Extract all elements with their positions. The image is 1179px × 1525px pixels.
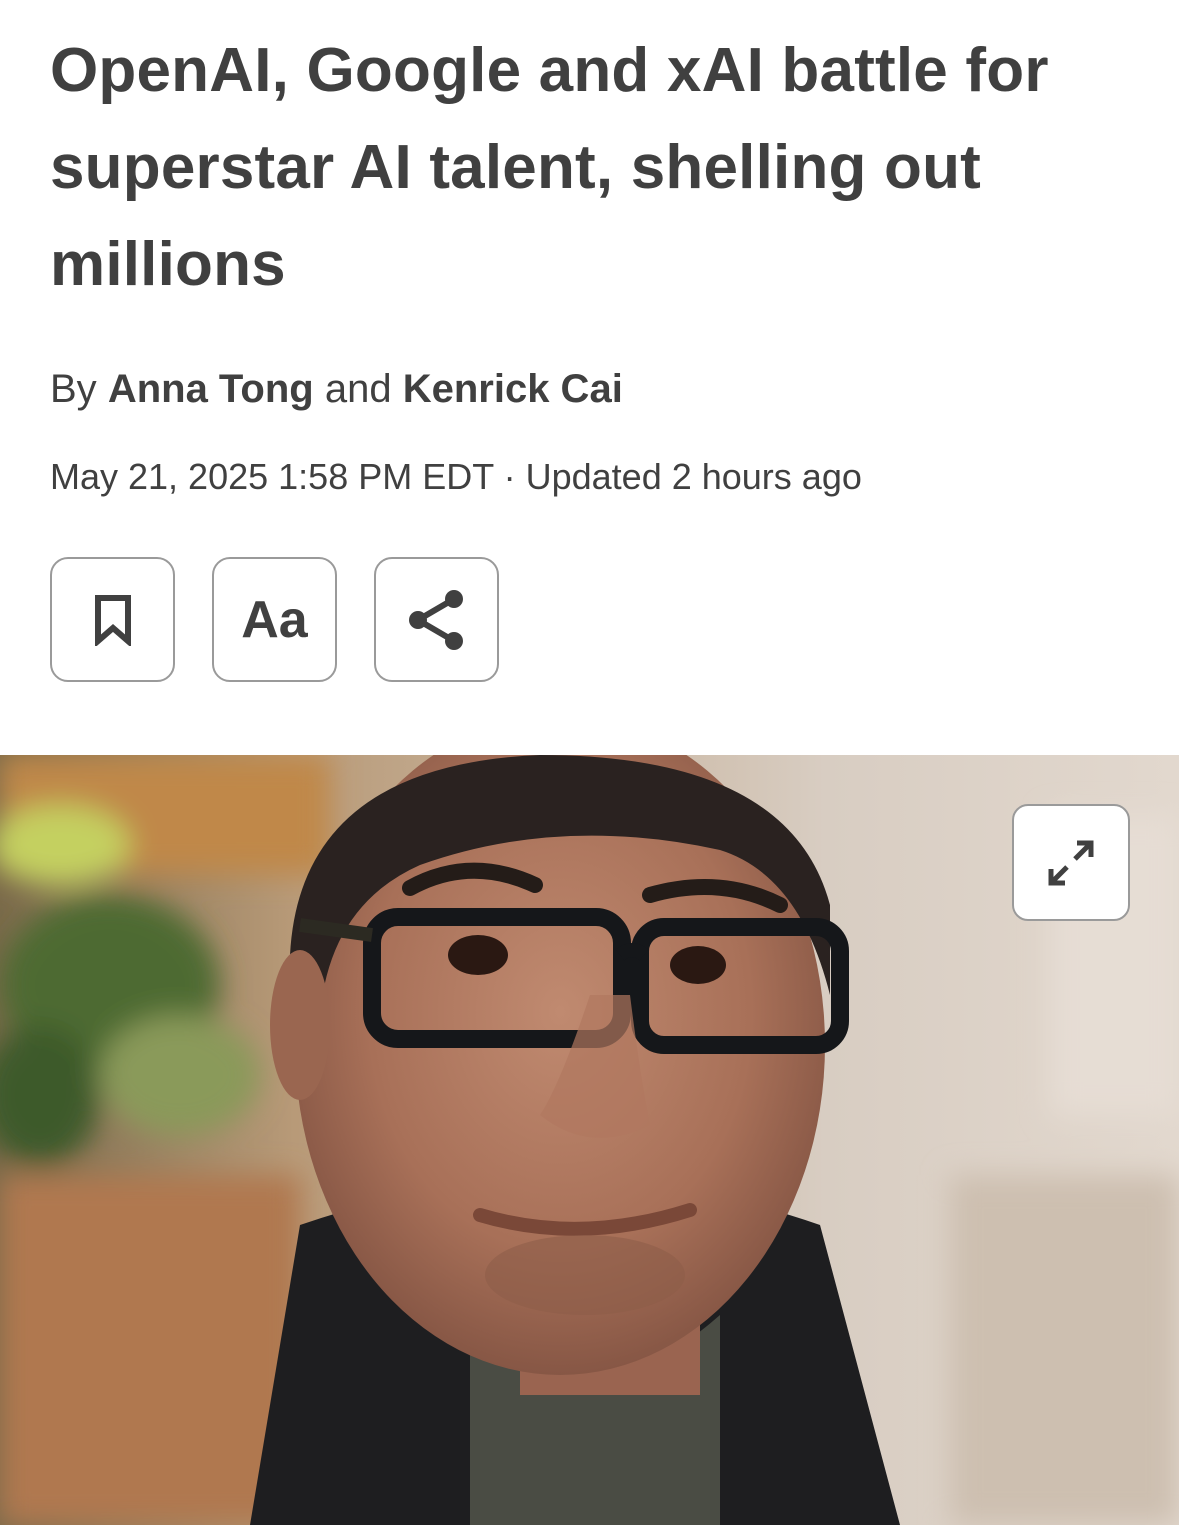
headline-line: OpenAI, Google and xAI battle for: [50, 36, 1049, 105]
published-timestamp: May 21, 2025 1:58 PM EDT: [50, 456, 494, 497]
headline-line: millions: [50, 230, 286, 299]
expand-icon: [1048, 840, 1094, 885]
share-button[interactable]: [374, 557, 499, 682]
byline-prefix: By: [50, 367, 97, 411]
article-page: OpenAI, Google and xAI battle for supers…: [0, 0, 1179, 1525]
dateline-separator: ·: [503, 456, 516, 497]
text-size-button[interactable]: Aa: [212, 557, 337, 682]
author-link-kenrick-cai[interactable]: Kenrick Cai: [403, 367, 623, 411]
updated-timestamp: Updated 2 hours ago: [525, 456, 862, 497]
dateline: May 21, 2025 1:58 PM EDT · Updated 2 hou…: [50, 452, 862, 502]
expand-image-button[interactable]: [1012, 804, 1130, 921]
hero-photo: [0, 755, 1179, 1525]
article-headline: OpenAI, Google and xAI battle for supers…: [50, 22, 1150, 313]
bookmark-icon: [94, 594, 131, 646]
share-icon: [408, 589, 463, 650]
author-link-anna-tong[interactable]: Anna Tong: [108, 367, 314, 411]
text-size-label: Aa: [241, 590, 308, 649]
hero-photo-illustration: [0, 755, 1179, 1525]
headline-line: superstar AI talent, shelling out: [50, 133, 981, 202]
article-actions: Aa: [50, 557, 499, 682]
byline-conjunction: and: [324, 367, 392, 411]
bookmark-button[interactable]: [50, 557, 175, 682]
byline: By Anna Tong and Kenrick Cai: [50, 362, 623, 416]
